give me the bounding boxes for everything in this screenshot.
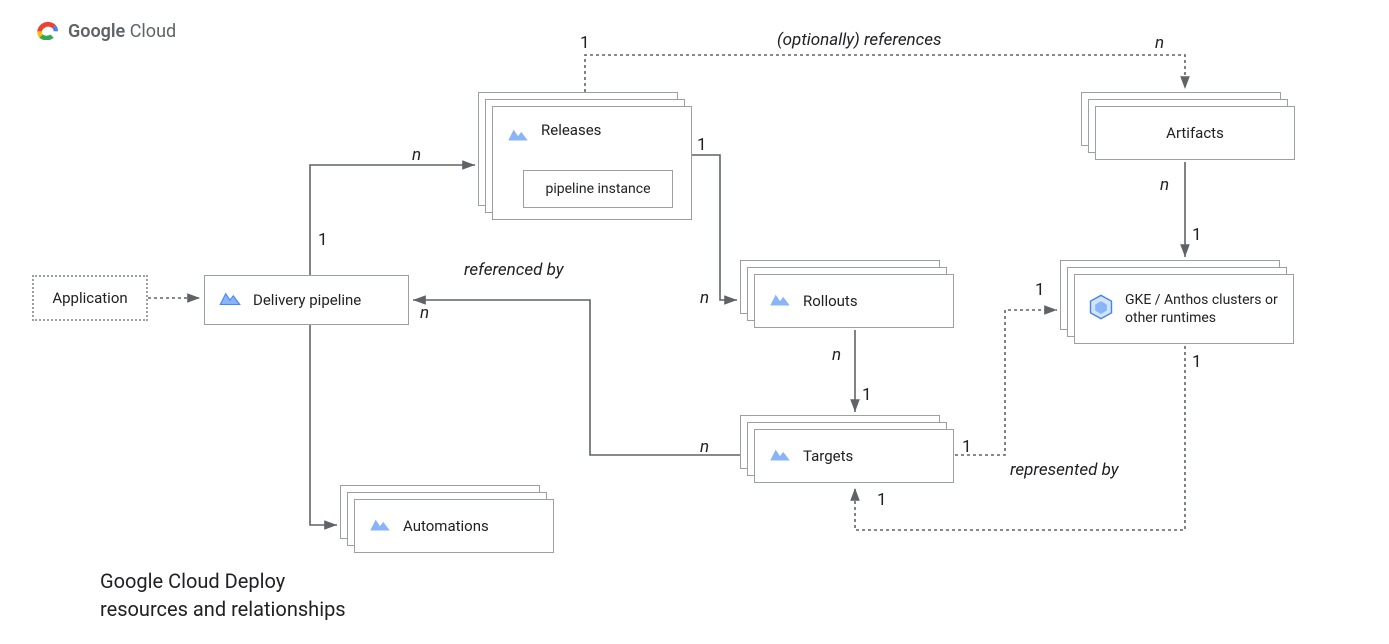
node-rollouts: Rollouts [740,260,955,330]
edge-label-referenced-by: referenced by [464,260,564,280]
node-rollouts-label: Rollouts [803,292,858,310]
card-rollouts-to-targets-1: 1 [862,385,872,405]
node-application: Application [32,275,148,321]
card-runtimes-top-1: 1 [1192,225,1202,245]
deploy-icon [217,285,243,315]
node-releases-label: Releases [541,121,601,139]
card-releases-right-1: 1 [697,135,707,155]
node-targets: Targets [740,415,955,485]
node-delivery-pipeline: Delivery pipeline [204,275,409,325]
diagram-caption: Google Cloud Deployresources and relatio… [100,567,346,623]
deploy-icon [505,121,531,151]
node-application-label: Application [52,289,127,307]
card-rollouts-left-n: n [700,288,709,308]
node-automations: Automations [340,485,555,555]
card-targets-right-1: 1 [962,437,972,457]
node-artifacts-label: Artifacts [1166,124,1224,142]
card-rollouts-down-n: n [832,345,841,365]
card-targets-left-n: n [700,437,709,457]
card-releases-top-1: 1 [580,33,590,53]
card-referenced-by-n: n [420,303,429,323]
node-automations-label: Automations [403,517,489,535]
node-pipeline-instance: pipeline instance [523,170,673,208]
card-artifacts-top-n: n [1155,33,1164,53]
brand-name-bold: Google [68,21,125,42]
node-delivery-pipeline-label: Delivery pipeline [253,291,361,309]
brand-name-light: Cloud [130,21,176,42]
deploy-icon [367,511,393,541]
brand-logo: Google Cloud [32,18,176,45]
node-targets-label: Targets [803,447,853,465]
node-runtimes: GKE / Anthos clusters or other runtimes [1060,260,1295,346]
node-artifacts: Artifacts [1081,92,1296,162]
kubernetes-icon [1087,293,1115,325]
card-runtimes-left-1: 1 [1035,280,1045,300]
edge-label-optionally-references: (optionally) references [777,30,942,50]
deploy-icon [767,441,793,471]
card-1: 1 [318,230,328,250]
card-targets-bottom-1: 1 [877,490,887,510]
card-runtimes-bottom-1: 1 [1192,352,1202,372]
card-n: n [412,145,421,165]
card-artifacts-bottom-n: n [1160,175,1169,195]
deploy-icon [767,286,793,316]
node-releases: Releases pipeline instance [478,92,693,220]
edge-label-represented-by: represented by [1010,460,1119,480]
google-cloud-logo-icon [32,18,60,45]
node-pipeline-instance-label: pipeline instance [545,181,650,197]
node-runtimes-label: GKE / Anthos clusters or other runtimes [1125,291,1281,327]
